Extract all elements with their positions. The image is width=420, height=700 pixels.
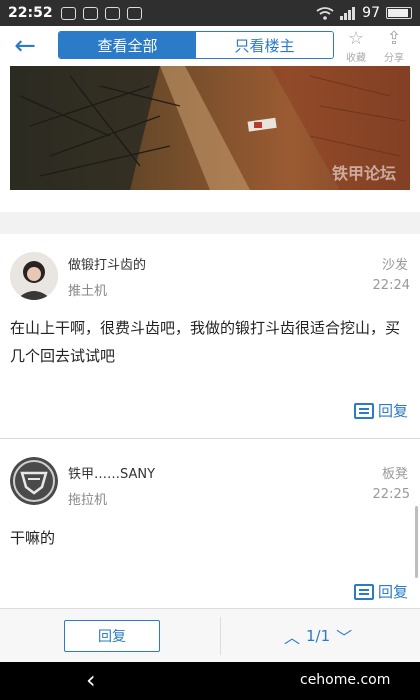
signal-icon xyxy=(340,6,356,20)
post-time: 22:25 xyxy=(372,487,410,502)
share-button[interactable]: ⇪ 分享 xyxy=(376,26,412,66)
site-watermark: cehome.com xyxy=(300,672,391,688)
avatar[interactable] xyxy=(10,252,58,300)
image-icon xyxy=(104,6,120,20)
favorite-button[interactable]: ☆ 收藏 xyxy=(338,26,374,66)
post-username[interactable]: 铁甲……SANY xyxy=(68,463,155,482)
reply-button[interactable]: 回复 xyxy=(64,620,160,652)
download-icon xyxy=(126,6,142,20)
photo-watermark: 铁甲论坛 xyxy=(331,164,396,183)
status-time: 22:52 xyxy=(8,5,53,21)
tab-op-only[interactable]: 只看楼主 xyxy=(196,32,333,58)
share-icon: ⇪ xyxy=(386,27,402,49)
star-icon: ☆ xyxy=(347,27,365,49)
wifi-icon xyxy=(316,6,334,20)
nav-back-icon[interactable]: ‹ xyxy=(86,666,96,694)
reply-post: 铁甲……SANY 拖拉机 板凳 22:25 干嘛的 回复 xyxy=(0,439,420,608)
comment-icon xyxy=(353,583,374,600)
back-arrow-icon: ← xyxy=(14,31,36,61)
favorite-label: 收藏 xyxy=(346,52,366,64)
comment-icon xyxy=(353,402,374,419)
view-filter-tabs: 查看全部 只看楼主 xyxy=(58,31,334,59)
tab-view-all[interactable]: 查看全部 xyxy=(59,32,196,58)
battery-percent: 97 xyxy=(362,5,380,21)
post-user-tag: 拖拉机 xyxy=(68,493,108,508)
post-content: 在山上干啊，很费斗齿吧，我做的锻打斗齿很适合挖山，买几个回去试试吧 xyxy=(10,319,401,365)
battery-icon xyxy=(386,7,412,19)
page-selector[interactable]: ︿ 1/1 ﹀ xyxy=(284,622,352,650)
page-up-icon[interactable]: ︿ xyxy=(284,624,300,648)
post-time: 22:24 xyxy=(372,278,410,293)
post-photo[interactable]: 铁甲论坛 xyxy=(10,66,410,190)
post-reply-button[interactable]: 回复 xyxy=(353,400,408,421)
share-label: 分享 xyxy=(384,52,404,64)
page-indicator: 1/1 xyxy=(306,627,331,645)
post-reply-button[interactable]: 回复 xyxy=(353,581,408,602)
reply-post: 做锻打斗齿的 推土机 沙发 22:24 在山上干啊，很费斗齿吧，我做的锻打斗齿很… xyxy=(0,234,420,438)
system-nav-bar: ‹ cehome.com xyxy=(0,662,420,700)
section-divider xyxy=(0,212,420,234)
post-username[interactable]: 做锻打斗齿的 xyxy=(68,254,146,273)
bottom-divider xyxy=(220,617,221,655)
status-bar: 22:52 97 xyxy=(0,0,420,26)
back-button[interactable]: ← xyxy=(0,26,50,66)
bottom-action-bar: 回复 ︿ 1/1 ﹀ xyxy=(0,608,420,662)
chat-icon xyxy=(60,6,76,20)
post-floor-label: 沙发 xyxy=(381,258,408,273)
top-bar: ← 查看全部 只看楼主 ☆ 收藏 ⇪ 分享 xyxy=(0,26,420,66)
scrollbar-thumb[interactable] xyxy=(415,506,418,578)
page-down-icon[interactable]: ﹀ xyxy=(336,624,352,648)
post-content: 干嘛的 xyxy=(10,529,56,547)
sync-icon xyxy=(82,6,98,20)
post-user-tag: 推土机 xyxy=(68,284,108,299)
post-floor-label: 板凳 xyxy=(381,467,408,482)
avatar[interactable] xyxy=(10,457,58,505)
